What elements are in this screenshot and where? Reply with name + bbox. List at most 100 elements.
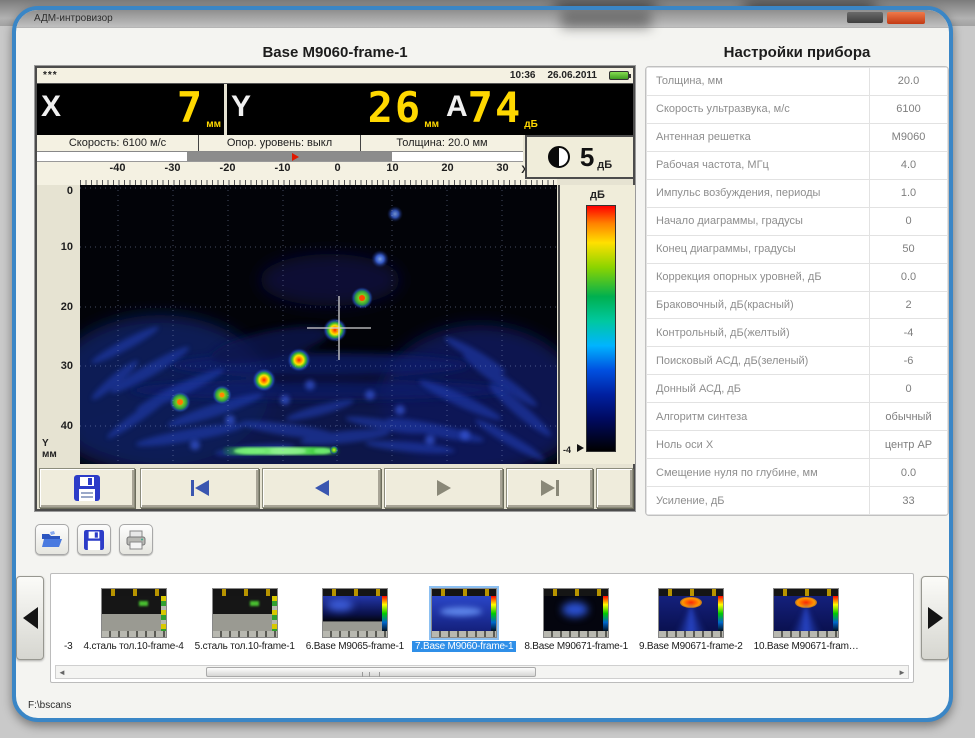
- frame-thumbnail[interactable]: [658, 588, 724, 638]
- x-tick-label: 10: [365, 162, 420, 174]
- filmstrip-scroll-left-button[interactable]: [16, 576, 44, 660]
- readout-label: A: [442, 84, 468, 135]
- setting-value: 0: [870, 207, 948, 235]
- contrast-control[interactable]: 5 дБ: [525, 135, 635, 179]
- y-tick-label: 20: [61, 301, 73, 313]
- frame-thumbnail[interactable]: [101, 588, 167, 638]
- thumb-footer: [213, 631, 277, 637]
- battery-icon: [609, 71, 629, 80]
- thumb-colorbar: [833, 596, 838, 631]
- readout-unit: мм: [422, 119, 442, 135]
- frame-label[interactable]: 8.Base M90671-frame-1: [521, 641, 631, 652]
- frame-thumbnail[interactable]: [543, 588, 609, 638]
- scrollbar-left-arrow[interactable]: ◄: [56, 666, 68, 678]
- thumb-scan: [659, 596, 723, 631]
- thumb-header: [774, 589, 838, 596]
- filmstrip-row: -3 4.сталь тол.10-frame-4: [51, 574, 913, 652]
- frame-thumbnail[interactable]: [322, 588, 388, 638]
- filmstrip-item[interactable]: 8.Base M90671-frame-1: [521, 580, 631, 652]
- x-tick-label: -10: [255, 162, 310, 174]
- frame-label[interactable]: 4.сталь тол.10-frame-4: [81, 641, 187, 652]
- filmstrip-item[interactable]: 4.сталь тол.10-frame-4: [81, 580, 187, 652]
- setting-param: Контрольный, дБ(желтый): [647, 319, 870, 347]
- thumb-footer: [323, 631, 387, 637]
- filmstrip-panel: -3 4.сталь тол.10-frame-4: [50, 573, 914, 683]
- settings-row: Усиление, дБ 33: [647, 487, 948, 515]
- open-folder-icon: [40, 530, 64, 550]
- scan-info-bar: Скорость: 6100 м/с Опор. уровень: выкл Т…: [37, 135, 523, 152]
- filmstrip-scroll-right-button[interactable]: [921, 576, 949, 660]
- window-close-button[interactable]: [887, 12, 925, 24]
- info-segment: Опор. уровень: выкл: [199, 135, 361, 151]
- setting-value: 0.0: [870, 459, 948, 487]
- filmstrip-item[interactable]: 6.Base M9065-frame-1: [303, 580, 407, 652]
- open-file-button[interactable]: [35, 524, 69, 555]
- frame-thumbnail[interactable]: [773, 588, 839, 638]
- frame-thumbnail[interactable]: [212, 588, 278, 638]
- thumb-colorbar: [382, 596, 387, 631]
- scrollbar-right-arrow[interactable]: ►: [896, 666, 908, 678]
- aperture-indicator: [37, 152, 523, 162]
- thumb-footer: [544, 631, 608, 637]
- setting-param: Рабочая частота, МГц: [647, 151, 870, 179]
- window-title: АДМ-интровизор: [34, 13, 113, 24]
- thumb-colorbar: [718, 596, 723, 631]
- scan-frame-title: Base M9060-frame-1: [35, 44, 635, 61]
- frame-label[interactable]: 9.Base M90671-frame-2: [636, 641, 746, 652]
- info-segment: Толщина: 20.0 мм: [361, 135, 523, 151]
- previous-frame-button[interactable]: [262, 468, 381, 508]
- contrast-icon: [548, 146, 570, 168]
- setting-param: Импульс возбуждения, периоды: [647, 179, 870, 207]
- filmstrip-item[interactable]: 9.Base M90671-frame-2: [636, 580, 746, 652]
- settings-row: Браковочный, дБ(красный) 2: [647, 291, 948, 319]
- scrollbar-thumb[interactable]: [206, 667, 536, 677]
- x-tick-label: 20: [420, 162, 475, 174]
- thumb-footer: [432, 631, 496, 637]
- frame-label[interactable]: 5.сталь тол.10-frame-1: [192, 641, 298, 652]
- floppy-icon: [74, 475, 100, 501]
- frame-label[interactable]: 7.Base M9060-frame-1: [412, 641, 516, 652]
- thumb-footer: [102, 631, 166, 637]
- frame-thumbnail[interactable]: [431, 588, 497, 638]
- filmstrip-scrollbar[interactable]: ◄ ►: [55, 665, 909, 679]
- setting-param: Донный АСД, дБ: [647, 375, 870, 403]
- colorbar-unit: дБ: [560, 189, 635, 201]
- bscan-image: [80, 185, 557, 464]
- save-file-button[interactable]: [77, 524, 111, 555]
- print-button[interactable]: [119, 524, 153, 555]
- play-back-icon: [305, 476, 339, 500]
- filmstrip-item[interactable]: -3: [61, 580, 76, 652]
- save-frame-button[interactable]: [39, 468, 135, 508]
- next-frame-button[interactable]: [384, 468, 503, 508]
- readout-unit: дБ: [522, 119, 541, 135]
- window-maximize-button[interactable]: [847, 12, 883, 23]
- y-axis-ruler: 0 10 20 30 40 Y мм: [37, 185, 80, 464]
- settings-row: Толщина, мм 20.0: [647, 68, 948, 96]
- instrument-screen: *** 10:36 26.06.2011 X 7 мм Y 26 мм: [35, 66, 635, 511]
- first-frame-button[interactable]: [140, 468, 259, 508]
- frame-label[interactable]: 6.Base M9065-frame-1: [303, 641, 407, 652]
- frame-label[interactable]: -3: [61, 641, 76, 652]
- readout-unit: мм: [204, 119, 224, 135]
- setting-param: Антенная решетка: [647, 123, 870, 151]
- setting-param: Коррекция опорных уровней, дБ: [647, 263, 870, 291]
- settings-row: Начало диаграммы, градусы 0: [647, 207, 948, 235]
- clock-time: 10:36: [510, 70, 536, 81]
- thumb-scan: [544, 596, 608, 631]
- filmstrip-item[interactable]: 5.сталь тол.10-frame-1: [192, 580, 298, 652]
- thumb-scan: [323, 596, 387, 631]
- aperture-marker-icon: [292, 153, 299, 161]
- thumb-colorbar: [272, 596, 277, 631]
- window-titlebar: АДМ-интровизор: [16, 10, 949, 28]
- bscan-plot-area[interactable]: [80, 185, 557, 464]
- filmstrip-item[interactable]: 10.Base M90671-fram…: [751, 580, 862, 652]
- filmstrip-item[interactable]: 7.Base M9060-frame-1: [412, 580, 516, 652]
- clock-date: 26.06.2011: [548, 70, 598, 81]
- frame-label[interactable]: 10.Base M90671-fram…: [751, 641, 862, 652]
- readout-panel: Y 26 мм: [227, 84, 442, 135]
- setting-value: 50: [870, 235, 948, 263]
- last-frame-button[interactable]: [506, 468, 593, 508]
- setting-value: центр АР: [870, 431, 948, 459]
- setting-param: Браковочный, дБ(красный): [647, 291, 870, 319]
- settings-row: Алгоритм синтеза обычный: [647, 403, 948, 431]
